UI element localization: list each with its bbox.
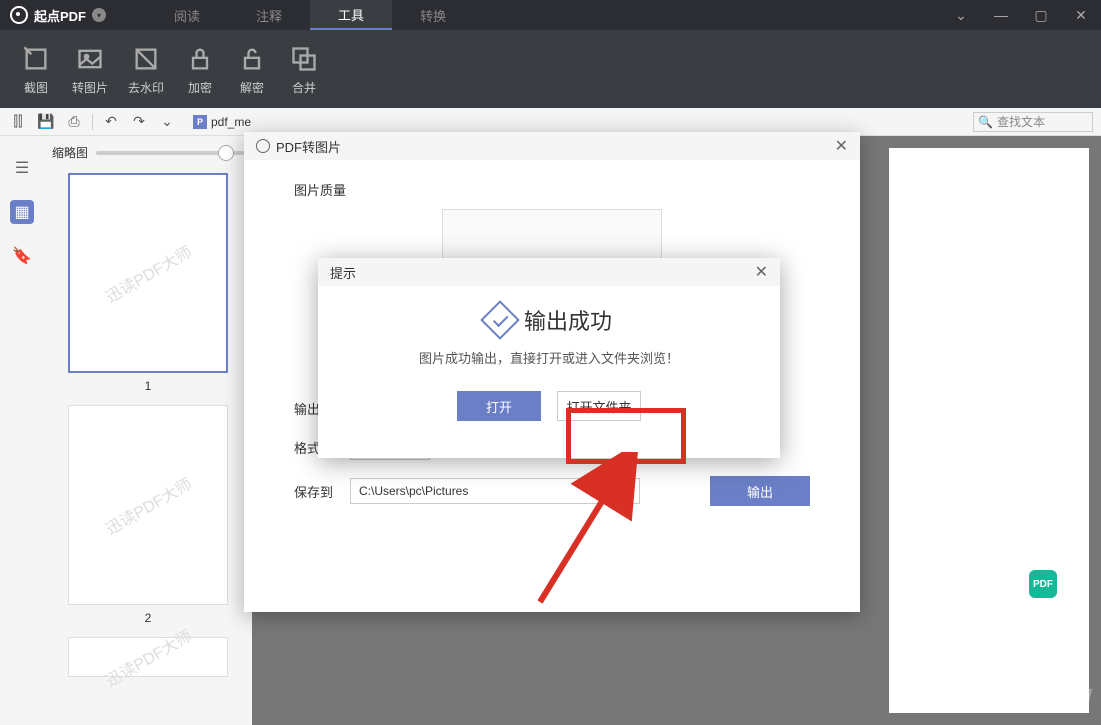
unlock-icon [236,43,268,75]
thumbnail-page-3[interactable] [68,637,228,677]
to-image-icon [74,43,106,75]
dialog-logo-icon [256,139,270,153]
tab-read[interactable]: 阅读 [146,0,228,30]
dialog2-titlebar: 提示 ✕ [318,258,780,286]
title-bar: 起点PDF ▾ 阅读 注释 工具 转换 ⌄ — ▢ ✕ [0,0,1101,30]
dialog2-title: 提示 [330,263,356,282]
open-folder-button[interactable]: 打开文件夹 [557,391,641,421]
thumbnail-size-slider[interactable] [96,151,244,155]
tab-tools[interactable]: 工具 [310,0,392,30]
success-heading: 输出成功 [524,304,612,336]
sidebar-icons: ☰ ▦ 🔖 [0,136,44,725]
save-to-label: 保存到 [294,482,334,501]
lock-icon [184,43,216,75]
main-tabs: 阅读 注释 工具 转换 [146,0,474,30]
book-view-icon[interactable]: ⫿⫿ [8,112,28,132]
remove-watermark-icon [130,43,162,75]
pdf-badge-icon: PDF [1029,570,1057,598]
document-tab[interactable]: P pdf_me [185,113,259,131]
sidebar-outline-icon[interactable]: ☰ [10,156,34,180]
redo-icon[interactable]: ↷ [129,112,149,132]
collapse-icon[interactable]: ⌄ [941,0,981,30]
dialog1-titlebar: PDF转图片 ✕ [244,132,860,160]
thumbnails-title: 缩略图 [52,144,88,161]
search-input[interactable]: 🔍 查找文本 [973,112,1093,132]
save-path-input[interactable]: C:\Users\pc\Pictures … [350,478,640,504]
dialog1-title: PDF转图片 [276,137,341,156]
undo-icon[interactable]: ↶ [101,112,121,132]
minimize-icon[interactable]: — [981,0,1021,30]
maximize-icon[interactable]: ▢ [1021,0,1061,30]
tab-annotate[interactable]: 注释 [228,0,310,30]
thumbnail-label-2: 2 [52,611,244,625]
tool-encrypt[interactable]: 加密 [184,43,216,96]
quality-label: 图片质量 [294,180,346,199]
document-page [889,148,1089,713]
tab-convert[interactable]: 转换 [392,0,474,30]
tool-screenshot[interactable]: 截图 [20,43,52,96]
tools-toolbar: 截图 转图片 去水印 加密 解密 合并 [0,30,1101,108]
dialog2-close-icon[interactable]: ✕ [755,262,768,282]
search-icon: 🔍 [978,115,993,129]
tool-decrypt[interactable]: 解密 [236,43,268,96]
tool-merge[interactable]: 合并 [288,43,320,96]
document-name: pdf_me [211,115,251,129]
save-icon[interactable]: 💾 [36,112,56,132]
success-subtitle: 图片成功输出，直接打开或进入文件夹浏览！ [338,348,760,367]
print-icon[interactable]: ⎙ [64,112,84,132]
dropdown-icon[interactable]: ⌄ [157,112,177,132]
success-dialog: 提示 ✕ 输出成功 图片成功输出，直接打开或进入文件夹浏览！ 打开 打开文件夹 [318,258,780,458]
tool-remove-watermark[interactable]: 去水印 [128,43,164,96]
merge-icon [288,43,320,75]
tool-to-image[interactable]: 转图片 [72,43,108,96]
thumbnail-page-1[interactable] [68,173,228,373]
pdf-file-icon: P [193,115,207,129]
window-controls: ⌄ — ▢ ✕ [941,0,1101,30]
thumbnail-label-1: 1 [52,379,244,393]
sidebar-thumbnails-icon[interactable]: ▦ [10,200,34,224]
dialog1-close-icon[interactable]: ✕ [835,136,848,156]
thumbnail-panel: 缩略图 1 2 [44,136,252,725]
app-name: 起点PDF [34,6,86,25]
browse-icon[interactable]: … [619,484,631,498]
check-icon [480,300,520,340]
thumbnail-page-2[interactable] [68,405,228,605]
screenshot-icon [20,43,52,75]
app-menu-dropdown-icon[interactable]: ▾ [92,8,106,22]
sidebar-bookmarks-icon[interactable]: 🔖 [10,244,34,268]
app-logo-icon [10,6,28,24]
open-button[interactable]: 打开 [457,391,541,421]
close-icon[interactable]: ✕ [1061,0,1101,30]
export-button[interactable]: 输出 [710,476,810,506]
